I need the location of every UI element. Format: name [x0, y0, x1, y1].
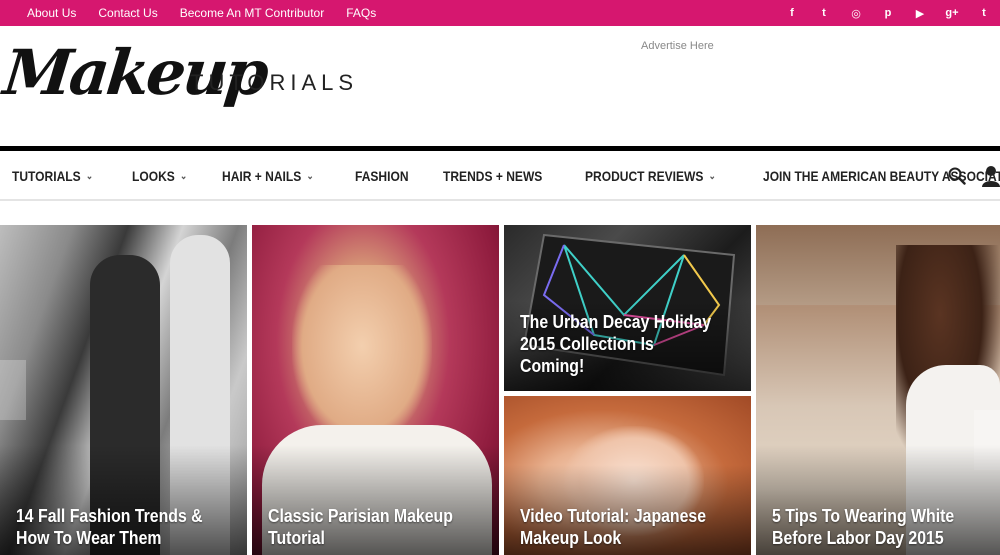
tile-caption[interactable]: Video Tutorial: Japanese Makeup Look	[520, 505, 714, 549]
top-links: About Us Contact Us Become An MT Contrib…	[16, 0, 387, 26]
article-tile-urban-decay[interactable]: The Urban Decay Holiday 2015 Collection …	[504, 225, 751, 391]
twitter-icon[interactable]: t	[808, 7, 840, 19]
nav-item-label: PRODUCT REVIEWS	[584, 168, 704, 184]
top-bar: About Us Contact Us Become An MT Contrib…	[0, 0, 1000, 26]
googleplus-icon[interactable]: g+	[936, 7, 968, 19]
tile-caption[interactable]: 14 Fall Fashion Trends & How To Wear The…	[16, 505, 210, 549]
carousel-prev-button[interactable]	[0, 360, 26, 420]
nav-item-trends-news[interactable]: TRENDS + NEWS	[443, 168, 542, 184]
chevron-down-icon: ⌄	[85, 170, 94, 182]
instagram-icon[interactable]: ◎	[840, 7, 872, 20]
nav-item-label: TRENDS + NEWS	[443, 168, 543, 184]
tile-caption[interactable]: Classic Parisian Makeup Tutorial	[268, 505, 462, 549]
nav-item-label: HAIR + NAILS	[222, 168, 302, 184]
nav-item-label: LOOKS	[132, 168, 176, 184]
article-tile-fall-fashion[interactable]: 14 Fall Fashion Trends & How To Wear The…	[0, 225, 247, 555]
article-tile-japanese-makeup[interactable]: Video Tutorial: Japanese Makeup Look	[504, 396, 751, 555]
article-tile-parisian-makeup[interactable]: Classic Parisian Makeup Tutorial	[252, 225, 499, 555]
tile-image	[292, 265, 432, 445]
pinterest-icon[interactable]: p	[872, 7, 904, 19]
article-tile-wearing-white[interactable]: 5 Tips To Wearing White Before Labor Day…	[756, 225, 1000, 555]
nav-item-label: TUTORIALS	[12, 168, 81, 184]
advertise-link[interactable]: Advertise Here	[641, 40, 714, 52]
chevron-down-icon: ⌄	[306, 170, 315, 182]
youtube-icon[interactable]: ▶	[904, 7, 936, 20]
site-header: Makeup TUTORIALS Advertise Here	[0, 26, 1000, 146]
chevron-down-icon: ⌄	[180, 170, 188, 182]
tile-caption[interactable]: The Urban Decay Holiday 2015 Collection …	[520, 311, 714, 377]
nav-item-tutorials[interactable]: TUTORIALS ⌄	[12, 168, 93, 184]
nav-item-looks[interactable]: LOOKS ⌄	[132, 168, 187, 184]
about-us-link[interactable]: About Us	[27, 6, 76, 20]
nav-item-fashion[interactable]: FASHION	[355, 168, 409, 184]
contributor-link[interactable]: Become An MT Contributor	[180, 6, 325, 20]
nav-item-label: FASHION	[355, 168, 409, 184]
search-icon[interactable]	[948, 167, 966, 185]
main-nav: TUTORIALS ⌄ LOOKS ⌄ HAIR + NAILS ⌄ FASHION …	[0, 151, 1000, 201]
tile-caption[interactable]: 5 Tips To Wearing White Before Labor Day…	[772, 505, 964, 549]
facebook-icon[interactable]: f	[776, 7, 808, 19]
faqs-link[interactable]: FAQs	[346, 6, 376, 20]
user-icon[interactable]	[982, 165, 1000, 187]
contact-us-link[interactable]: Contact Us	[98, 6, 157, 20]
chevron-down-icon: ⌄	[708, 170, 716, 182]
tumblr-icon[interactable]: t	[968, 7, 1000, 19]
nav-item-hair-nails[interactable]: HAIR + NAILS ⌄	[222, 168, 314, 184]
site-logo-subtitle[interactable]: TUTORIALS	[190, 70, 358, 96]
nav-item-product-reviews[interactable]: PRODUCT REVIEWS ⌄	[585, 168, 716, 184]
nav-items: TUTORIALS ⌄ LOOKS ⌄ HAIR + NAILS ⌄ FASHION …	[12, 151, 1000, 201]
social-links: f t ◎ p ▶ g+ t	[776, 0, 1000, 26]
